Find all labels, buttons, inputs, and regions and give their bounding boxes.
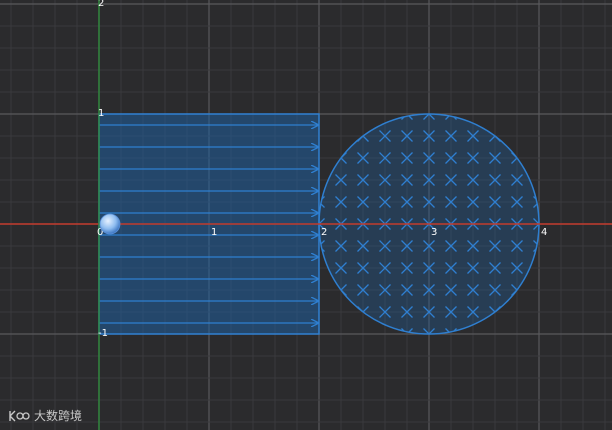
x-tick-label: 3 [431, 227, 437, 238]
diagram-stage: 1 2 3 4 2 1 -1 0 大数跨境 [0, 0, 612, 430]
y-tick-label: 1 [98, 108, 104, 119]
charged-particle [99, 213, 121, 235]
watermark-text: 大数跨境 [34, 409, 83, 423]
field-diagram: 1 2 3 421-10 [0, 0, 612, 430]
y-tick-label: -1 [98, 328, 108, 339]
x-tick-label: 4 [541, 227, 547, 238]
watermark: 大数跨境 [8, 407, 82, 424]
y-tick-label: 2 [98, 0, 104, 9]
x-tick-label: 2 [321, 227, 327, 238]
dashu-logo-icon [9, 410, 30, 421]
x-tick-label: 1 [211, 227, 217, 238]
